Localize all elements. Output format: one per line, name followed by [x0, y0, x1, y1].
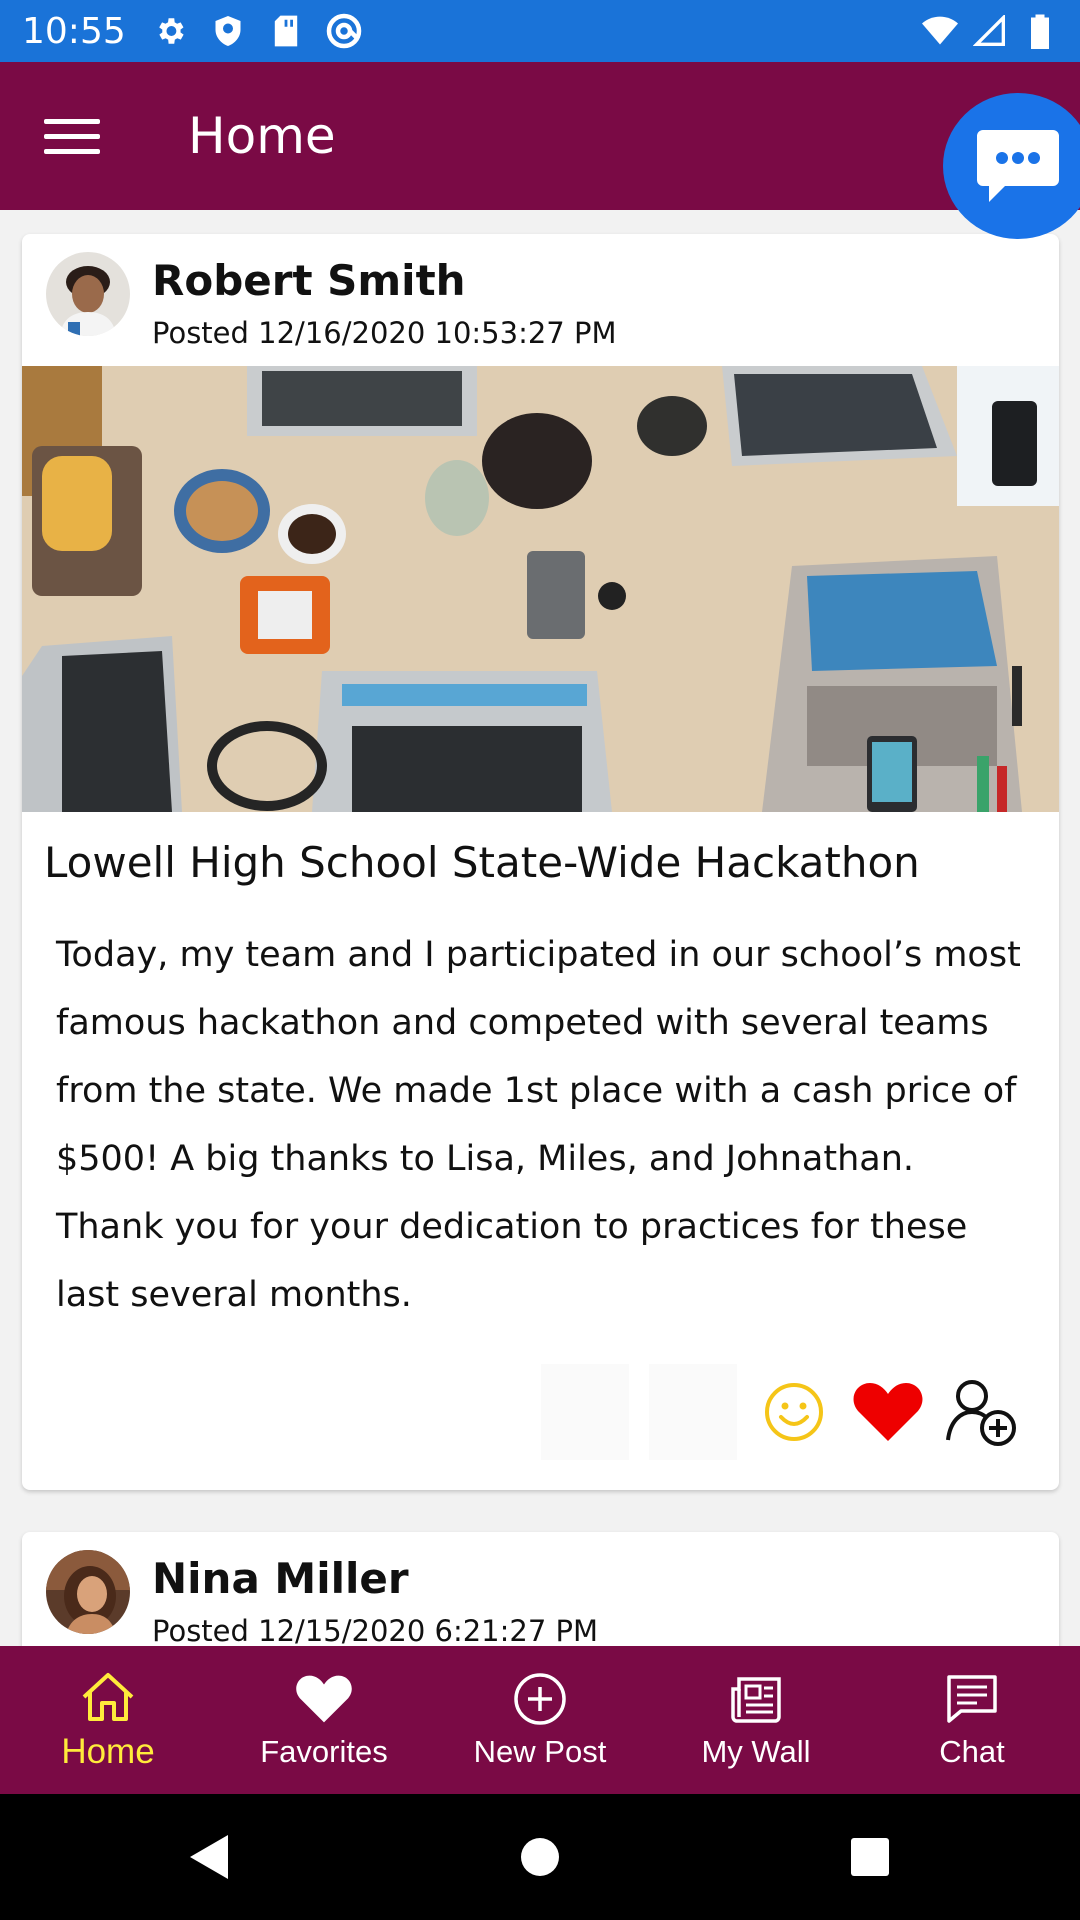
app-bar: Home: [0, 62, 1080, 210]
nav-my-wall[interactable]: My Wall: [648, 1646, 864, 1794]
post-card: Robert Smith Posted 12/16/2020 10:53:27 …: [22, 234, 1059, 1490]
home-circle-icon[interactable]: [375, 1836, 705, 1878]
post-timestamp: Posted 12/15/2020 6:21:27 PM: [152, 1614, 599, 1646]
add-friend-icon[interactable]: [945, 1375, 1019, 1449]
sd-card-icon: [268, 13, 304, 49]
nav-chat[interactable]: Chat: [864, 1646, 1080, 1794]
nav-new-post[interactable]: New Post: [432, 1646, 648, 1794]
back-icon[interactable]: [45, 1833, 375, 1881]
post-actions: [541, 1364, 1019, 1460]
at-sign-icon: [326, 13, 362, 49]
shield-icon: [210, 13, 246, 49]
battery-icon: [1022, 13, 1058, 49]
post-card: Nina Miller Posted 12/15/2020 6:21:27 PM: [22, 1532, 1059, 1646]
bottom-nav: Home Favorites New Post My Wall Chat: [0, 1646, 1080, 1794]
signal-icon: [972, 13, 1008, 49]
system-nav-bar: [0, 1794, 1080, 1920]
home-icon: [80, 1668, 136, 1726]
status-time: 10:55: [22, 10, 126, 52]
post-feed[interactable]: Robert Smith Posted 12/16/2020 10:53:27 …: [0, 210, 1080, 1646]
plus-circle-icon: [513, 1670, 567, 1728]
post-header: Robert Smith Posted 12/16/2020 10:53:27 …: [22, 234, 1059, 366]
heart-icon: [295, 1670, 353, 1728]
settings-icon: [152, 13, 188, 49]
nav-label: Chat: [939, 1734, 1005, 1769]
heart-icon[interactable]: [851, 1375, 925, 1449]
message-icon: [945, 1670, 999, 1728]
nav-label: My Wall: [701, 1734, 811, 1769]
chat-fab-button[interactable]: [943, 93, 1080, 239]
avatar[interactable]: [46, 1550, 130, 1634]
post-title: Lowell High School State-Wide Hackathon: [44, 838, 920, 887]
recents-icon[interactable]: [705, 1837, 1035, 1877]
hamburger-menu-icon[interactable]: [44, 108, 100, 164]
post-timestamp: Posted 12/16/2020 10:53:27 PM: [152, 316, 617, 350]
post-body: Today, my team and I participated in our…: [56, 935, 1021, 1315]
wifi-icon: [922, 13, 958, 49]
newspaper-icon: [729, 1670, 783, 1728]
nav-label: Favorites: [260, 1734, 388, 1769]
status-bar: 10:55: [0, 0, 1080, 62]
nav-home[interactable]: Home: [0, 1646, 216, 1794]
post-header: Nina Miller Posted 12/15/2020 6:21:27 PM: [22, 1532, 1059, 1646]
nav-label: New Post: [473, 1734, 607, 1769]
placeholder-slot: [541, 1364, 629, 1460]
page-title: Home: [188, 107, 336, 165]
nav-favorites[interactable]: Favorites: [216, 1646, 432, 1794]
status-icons-left: [152, 13, 362, 49]
post-author[interactable]: Nina Miller: [152, 1554, 409, 1603]
placeholder-slot: [649, 1364, 737, 1460]
post-author[interactable]: Robert Smith: [152, 256, 466, 305]
avatar[interactable]: [46, 252, 130, 336]
status-icons-right: [922, 13, 1058, 49]
chat-bubble-icon: [977, 130, 1059, 202]
post-image[interactable]: [22, 366, 1059, 812]
nav-label: Home: [61, 1732, 155, 1771]
smile-icon[interactable]: [757, 1375, 831, 1449]
